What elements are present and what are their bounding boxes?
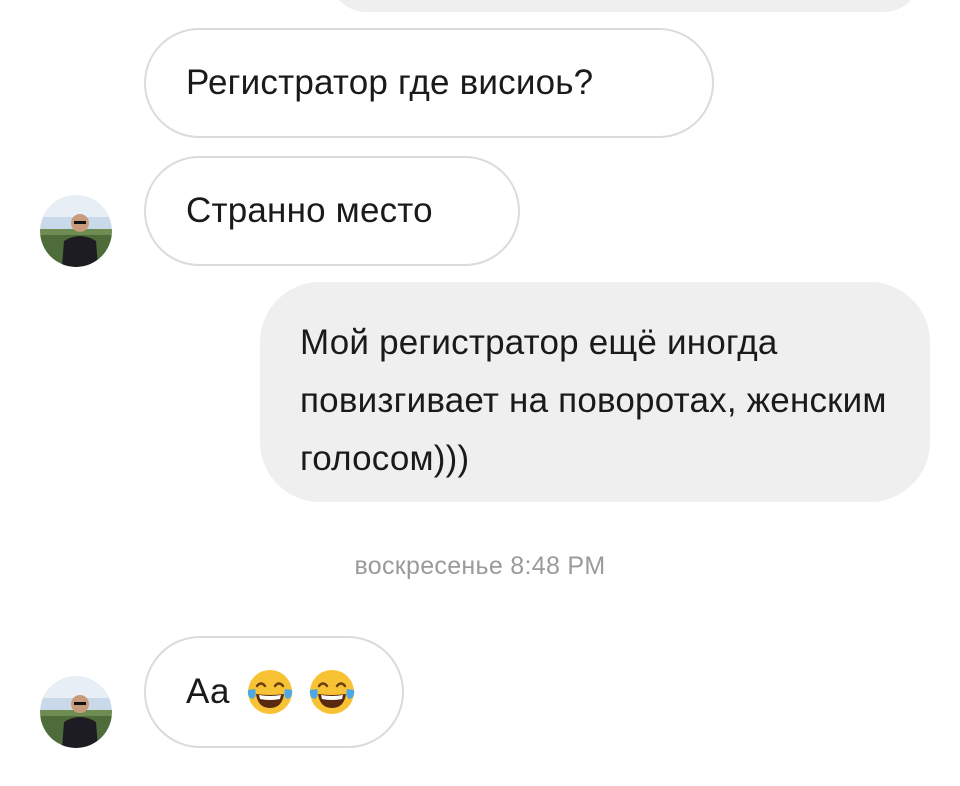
message-timestamp: воскресенье 8:48 PM — [354, 552, 606, 580]
message-bubble-incoming[interactable]: Регистратор где висиоь? — [144, 28, 714, 138]
avatar-photo — [40, 676, 112, 748]
message-text: Мой регистратор ещё иногда повизгивает н… — [300, 323, 887, 478]
message-bubble-partial[interactable] — [330, 0, 920, 12]
message-bubble-incoming[interactable]: Аа — [144, 636, 404, 748]
message-bubble-outgoing[interactable]: Мой регистратор ещё иногда повизгивает н… — [260, 282, 930, 502]
message-text: Регистратор где висиоь? — [186, 63, 594, 102]
message-text: Странно место — [186, 191, 433, 230]
message-text: Аа — [186, 672, 230, 711]
avatar-photo — [40, 195, 112, 267]
message-bubble-incoming[interactable]: Странно место — [144, 156, 520, 266]
avatar[interactable] — [40, 676, 112, 748]
face-with-tears-of-joy-icon — [247, 670, 292, 714]
face-with-tears-of-joy-icon — [309, 670, 354, 714]
avatar[interactable] — [40, 195, 112, 267]
